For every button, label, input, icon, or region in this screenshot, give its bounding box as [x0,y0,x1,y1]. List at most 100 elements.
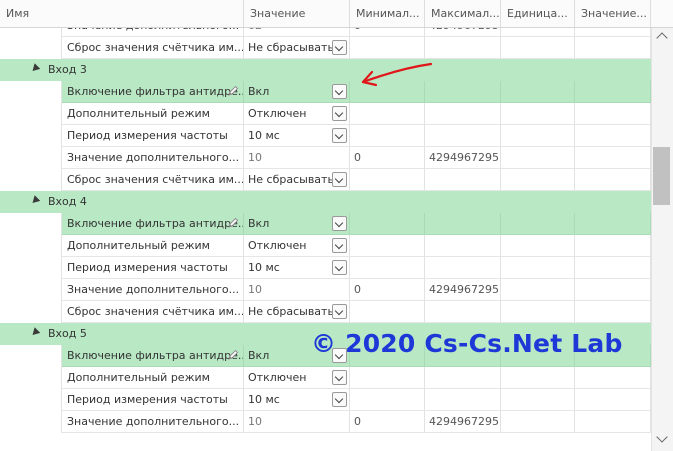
property-value-text: 10 [248,283,262,296]
vertical-scrollbar[interactable] [651,27,673,451]
property-value[interactable]: Вкл [244,213,350,235]
property-row[interactable]: Значение дополнительного... 10 0 4294967295 [0,411,651,433]
row-indent [0,125,62,147]
chevron-down-icon[interactable] [332,304,347,319]
row-indent [0,169,62,191]
chevron-down-icon[interactable] [332,84,347,99]
property-max [425,213,501,235]
property-unit [501,257,575,279]
chevron-down-icon[interactable] [332,238,347,253]
property-name: Дополнительный режим [62,235,244,257]
property-value[interactable]: Вкл [244,81,350,103]
scroll-thumb[interactable] [653,147,670,205]
watermark-text: © 2020 Cs-Cs.Net Lab [311,329,623,358]
column-header-value[interactable]: Значение [244,0,350,27]
property-row[interactable]: Период измерения частоты 10 мс [0,125,651,147]
column-header-value2[interactable]: Значение... [575,0,651,27]
property-value[interactable]: 10 [244,147,350,169]
chevron-down-icon[interactable] [332,172,347,187]
property-min [350,125,425,147]
property-value[interactable]: Не сбрасывать [244,37,350,59]
property-extra-value [575,81,651,103]
chevron-down-icon[interactable] [332,106,347,121]
property-max [425,257,501,279]
property-value[interactable]: Отключен [244,235,350,257]
property-max: 4294967295 [425,279,501,301]
property-max [425,103,501,125]
chevron-down-icon[interactable] [332,260,347,275]
property-name: Сброс значения счётчика им... [62,169,244,191]
property-row[interactable]: Период измерения частоты 10 мс [0,257,651,279]
property-row[interactable]: Сброс значения счётчика им... Не сбрасыва… [0,169,651,191]
group-label: Вход 4 [48,195,87,208]
property-min [350,301,425,323]
property-min [350,169,425,191]
property-value[interactable]: 10 мс [244,257,350,279]
property-row[interactable]: Значение дополнительного... 10 0 4294967295 [0,279,651,301]
property-value[interactable]: Отключен [244,367,350,389]
property-max [425,301,501,323]
column-header-name[interactable]: Имя [0,0,244,27]
property-row[interactable]: Дополнительный режим Отключен [0,103,651,125]
property-row[interactable]: Сброс значения счётчика им... Не сбрасыва… [0,37,651,59]
property-value-text: Отключен [248,371,307,384]
property-unit [501,125,575,147]
property-max [425,235,501,257]
property-extra-value [575,169,651,191]
chevron-down-icon[interactable] [332,392,347,407]
scroll-down-icon[interactable] [656,431,668,443]
property-row[interactable]: Дополнительный режим Отключен [0,235,651,257]
property-extra-value [575,257,651,279]
property-extra-value [575,301,651,323]
chevron-down-icon[interactable] [332,370,347,385]
column-header-unit[interactable]: Единица... [501,0,575,27]
property-min: 0 [350,279,425,301]
triangle-expanded-icon[interactable] [29,195,41,206]
pencil-icon [228,349,239,360]
property-name: Сброс значения счётчика им... [62,37,244,59]
property-value[interactable]: Отключен [244,103,350,125]
property-extra-value [575,367,651,389]
column-header-row: Имя Значение Минимал... Максимал... Един… [0,0,651,28]
column-header-max[interactable]: Максимал... [425,0,501,27]
property-unit [501,37,575,59]
property-value-text: Не сбрасывать [248,305,334,318]
property-unit [501,169,575,191]
property-value[interactable]: Не сбрасывать [244,301,350,323]
property-row[interactable]: Сброс значения счётчика им... Не сбрасыва… [0,301,651,323]
property-row[interactable]: Включение фильтра антидре... Вкл [0,213,651,235]
property-row[interactable]: Включение фильтра антидре... Вкл [0,81,651,103]
group-row[interactable]: Вход 4 [0,191,651,213]
property-unit [501,279,575,301]
property-value-text: 10 мс [248,129,280,142]
property-max: 4294967295 [425,147,501,169]
property-row[interactable]: Дополнительный режим Отключен [0,367,651,389]
property-name: Значение дополнительного... [62,147,244,169]
chevron-down-icon[interactable] [332,40,347,55]
property-row[interactable]: Период измерения частоты 10 мс [0,389,651,411]
property-min [350,103,425,125]
property-name: Значение дополнительного... [62,279,244,301]
property-max: 4294967295 [425,411,501,433]
property-value-text: Не сбрасывать [248,173,334,186]
triangle-expanded-icon[interactable] [29,327,41,338]
property-value[interactable]: 10 [244,411,350,433]
property-unit [501,301,575,323]
property-value[interactable]: 10 мс [244,389,350,411]
chevron-down-icon[interactable] [332,216,347,231]
triangle-expanded-icon[interactable] [29,63,41,74]
scroll-up-icon[interactable] [656,32,668,44]
property-name: Включение фильтра антидре... [62,81,244,103]
property-extra-value [575,103,651,125]
column-header-min[interactable]: Минимал... [350,0,425,27]
property-name: Включение фильтра антидре... [62,213,244,235]
chevron-down-icon[interactable] [332,128,347,143]
property-value[interactable]: Не сбрасывать [244,169,350,191]
property-value[interactable]: 10 [244,279,350,301]
property-row[interactable]: Значение дополнительного... 10 0 4294967295 [0,147,651,169]
property-value[interactable]: 10 мс [244,125,350,147]
property-unit [501,147,575,169]
property-min [350,389,425,411]
property-value-text: Вкл [248,217,270,230]
group-row[interactable]: Вход 3 [0,59,651,81]
